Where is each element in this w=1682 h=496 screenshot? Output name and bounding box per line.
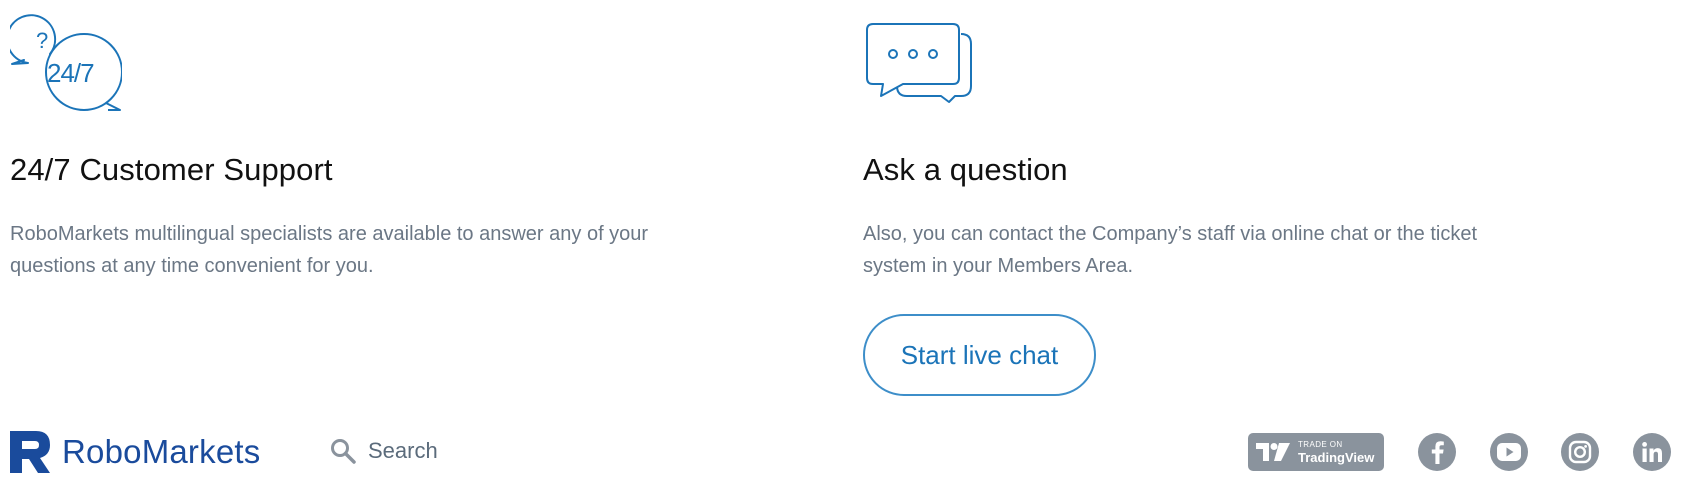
youtube-link[interactable]: [1490, 433, 1528, 471]
tradingview-badge[interactable]: TRADE ON TradingView: [1248, 433, 1384, 471]
chat-bubbles-icon: [866, 23, 972, 103]
tradingview-small-text: TRADE ON: [1298, 439, 1343, 449]
youtube-icon: [1497, 443, 1521, 461]
24-7-support-icon: ? 24/7: [10, 14, 122, 111]
search-icon: [331, 439, 356, 464]
question-mark: ?: [36, 28, 48, 53]
support-icon-label: 24/7: [47, 58, 94, 88]
ask-description: Also, you can contact the Company’s staf…: [863, 223, 1478, 277]
ask-title: Ask a question: [863, 152, 1068, 187]
tradingview-text: TradingView: [1298, 449, 1375, 465]
search-bar[interactable]: [330, 436, 528, 466]
robomarkets-logo[interactable]: RoboMarkets: [10, 431, 260, 473]
support-title: 24/7 Customer Support: [10, 152, 333, 187]
tradingview-icon: [1256, 443, 1290, 461]
start-live-chat-button[interactable]: Start live chat: [863, 314, 1096, 396]
logo-text: RoboMarkets: [62, 433, 261, 470]
facebook-icon: [1431, 441, 1444, 464]
linkedin-link[interactable]: [1633, 433, 1671, 471]
robomarkets-logo-icon: [10, 431, 50, 473]
linkedin-icon: [1642, 442, 1662, 462]
instagram-icon: [1568, 440, 1592, 464]
support-description: RoboMarkets multilingual specialists are…: [10, 223, 649, 277]
facebook-link[interactable]: [1418, 433, 1456, 471]
search-input[interactable]: [368, 438, 528, 464]
instagram-link[interactable]: [1561, 433, 1599, 471]
